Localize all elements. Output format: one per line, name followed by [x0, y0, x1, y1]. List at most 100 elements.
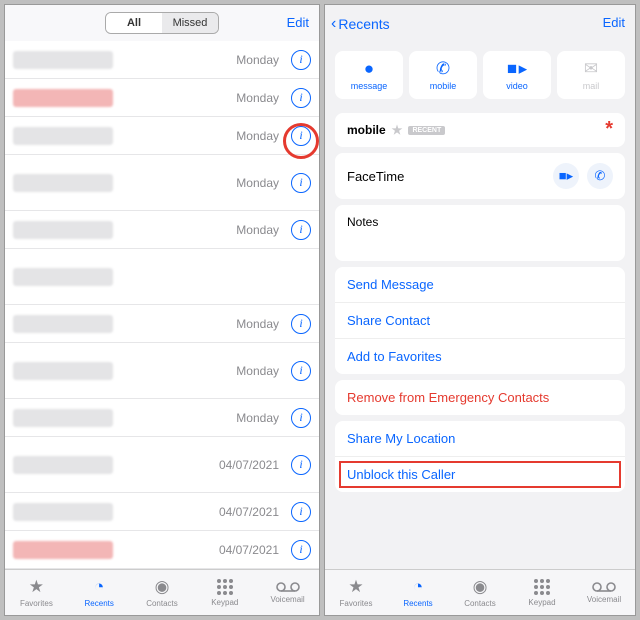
clock-icon: ◔: [413, 577, 423, 597]
tab-contacts[interactable]: ◉Contacts: [131, 570, 194, 615]
info-icon[interactable]: i: [291, 88, 311, 108]
facetime-video-button[interactable]: ■▸: [553, 163, 579, 189]
share-location[interactable]: Share My Location: [335, 421, 625, 457]
edit-button[interactable]: Edit: [287, 15, 309, 30]
contact-icon: ◉: [473, 577, 488, 597]
tab-recents[interactable]: ◔Recents: [68, 570, 131, 615]
call-row[interactable]: 04/07/2021 i: [5, 493, 319, 531]
action-message[interactable]: ●message: [335, 51, 403, 99]
tab-voicemail[interactable]: Voicemail: [573, 570, 635, 615]
action-video[interactable]: ■ ▸video: [483, 51, 551, 99]
voicemail-icon: [592, 581, 616, 593]
call-row[interactable]: Mondayi: [5, 41, 319, 79]
edit-button[interactable]: Edit: [603, 15, 625, 30]
header: ‹Recents Edit: [325, 5, 635, 43]
star-icon: ★: [392, 123, 403, 137]
call-date: Monday: [236, 53, 279, 67]
caller-name-blurred: [13, 89, 113, 107]
clock-icon: ◔: [94, 577, 104, 597]
call-row[interactable]: 04/07/2021 i: [5, 437, 319, 493]
info-icon[interactable]: i: [291, 455, 311, 475]
action-buttons: ●message ✆mobile ■ ▸video ✉mail: [325, 43, 635, 107]
caller-name-blurred: [13, 409, 113, 427]
info-icon[interactable]: i: [291, 50, 311, 70]
caller-name-blurred: [13, 362, 113, 380]
caller-name-blurred: [13, 174, 113, 192]
star-icon: ★: [29, 577, 44, 597]
info-icon[interactable]: i: [291, 126, 311, 146]
recents-list-screen: All Missed Edit MondayiMondayiMondayiMon…: [4, 4, 320, 616]
info-icon[interactable]: i: [291, 314, 311, 334]
star-icon: ★: [348, 577, 363, 597]
info-icon[interactable]: i: [291, 173, 311, 193]
call-date: Monday: [236, 364, 279, 378]
keypad-icon: [533, 578, 551, 596]
call-date: Monday: [236, 176, 279, 190]
call-date: 04/07/2021: [219, 543, 279, 557]
info-icon[interactable]: i: [291, 408, 311, 428]
action-mobile[interactable]: ✆mobile: [409, 51, 477, 99]
actions-menu-2: Share My Location Unblock this Caller: [335, 421, 625, 492]
info-icon[interactable]: i: [291, 361, 311, 381]
facetime-audio-button[interactable]: ✆: [587, 163, 613, 189]
asterisk-mark: *: [605, 118, 613, 141]
call-row[interactable]: Mondayi: [5, 79, 319, 117]
tab-bar: ★Favorites ◔Recents ◉Contacts Keypad Voi…: [325, 569, 635, 615]
message-icon: ●: [364, 59, 374, 79]
tab-favorites[interactable]: ★Favorites: [5, 570, 68, 615]
notes-card[interactable]: Notes: [335, 205, 625, 261]
call-row[interactable]: Mondayi: [5, 155, 319, 211]
emergency-menu: Remove from Emergency Contacts: [335, 380, 625, 415]
tab-bar: ★Favorites ◔Recents ◉Contacts Keypad Voi…: [5, 569, 319, 615]
phone-icon: ✆: [595, 168, 606, 184]
voicemail-icon: [276, 581, 300, 593]
facetime-card: FaceTime ■▸ ✆: [335, 153, 625, 199]
tab-keypad[interactable]: Keypad: [511, 570, 573, 615]
remove-emergency[interactable]: Remove from Emergency Contacts: [335, 380, 625, 415]
caller-name-blurred: [13, 541, 113, 559]
add-to-favorites[interactable]: Add to Favorites: [335, 339, 625, 374]
call-date: Monday: [236, 411, 279, 425]
contact-icon: ◉: [155, 577, 170, 597]
caller-name-blurred: [13, 51, 113, 69]
tab-keypad[interactable]: Keypad: [193, 570, 256, 615]
segmented-control: All Missed: [105, 12, 219, 34]
caller-name-blurred: [13, 315, 113, 333]
call-date: 04/07/2021: [219, 505, 279, 519]
caller-name-blurred: [13, 221, 113, 239]
call-row[interactable]: Mondayi: [5, 117, 319, 155]
call-list[interactable]: MondayiMondayiMondayiMondayiMondayiMonda…: [5, 41, 319, 569]
tab-favorites[interactable]: ★Favorites: [325, 570, 387, 615]
video-icon: ■▸: [559, 168, 573, 184]
call-date: Monday: [236, 91, 279, 105]
header: All Missed Edit: [5, 5, 319, 41]
call-row[interactable]: Mondayi: [5, 211, 319, 249]
tab-recents[interactable]: ◔Recents: [387, 570, 449, 615]
phone-icon: ✆: [436, 59, 450, 79]
call-date: 04/07/2021: [219, 458, 279, 472]
detail-content[interactable]: ●message ✆mobile ■ ▸video ✉mail mobile★R…: [325, 43, 635, 569]
info-icon[interactable]: i: [291, 540, 311, 560]
segment-all[interactable]: All: [106, 13, 162, 33]
call-row[interactable]: 04/07/2021 i: [5, 531, 319, 569]
call-row[interactable]: [5, 249, 319, 305]
call-row[interactable]: Mondayi: [5, 399, 319, 437]
back-button[interactable]: ‹Recents: [331, 15, 390, 33]
actions-menu-1: Send Message Share Contact Add to Favori…: [335, 267, 625, 374]
mobile-card[interactable]: mobile★RECENT *: [335, 113, 625, 147]
info-icon[interactable]: i: [291, 220, 311, 240]
mail-icon: ✉: [584, 59, 598, 79]
keypad-icon: [216, 578, 234, 596]
send-message[interactable]: Send Message: [335, 267, 625, 303]
call-date: Monday: [236, 129, 279, 143]
tab-voicemail[interactable]: Voicemail: [256, 570, 319, 615]
unblock-caller[interactable]: Unblock this Caller: [335, 457, 625, 492]
call-row[interactable]: Mondayi: [5, 305, 319, 343]
tab-contacts[interactable]: ◉Contacts: [449, 570, 511, 615]
info-icon[interactable]: i: [291, 502, 311, 522]
contact-detail-screen: ‹Recents Edit ●message ✆mobile ■ ▸video …: [324, 4, 636, 616]
call-row[interactable]: Mondayi: [5, 343, 319, 399]
share-contact[interactable]: Share Contact: [335, 303, 625, 339]
chevron-left-icon: ‹: [331, 15, 336, 33]
segment-missed[interactable]: Missed: [162, 13, 218, 33]
